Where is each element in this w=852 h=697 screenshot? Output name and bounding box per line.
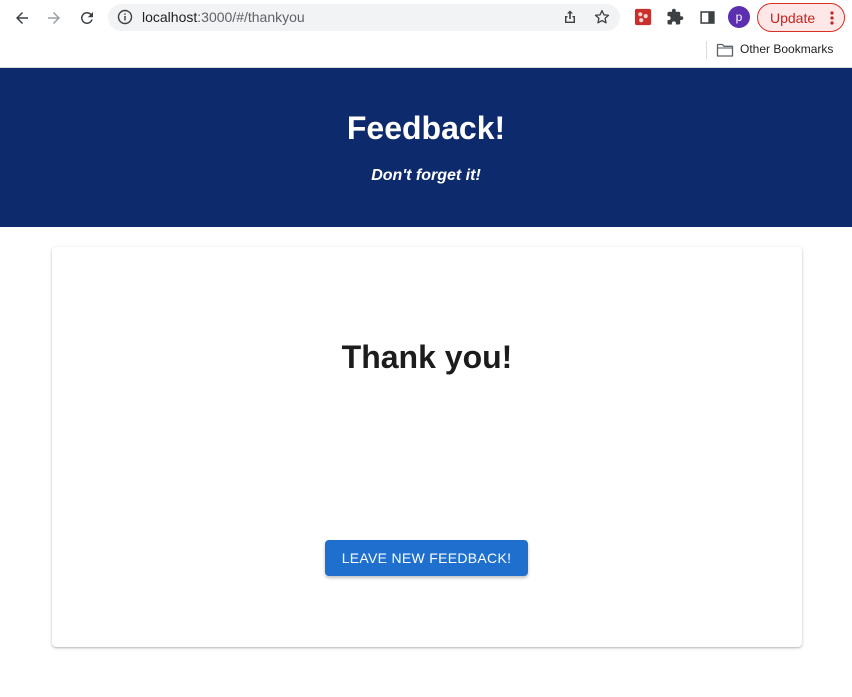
share-icon[interactable] <box>562 9 578 25</box>
puzzle-glyph <box>667 8 684 25</box>
bookmark-folder-other[interactable]: Other Bookmarks <box>740 42 833 56</box>
bookmarks-divider <box>706 41 707 59</box>
url-host: localhost <box>142 9 198 25</box>
side-panel-glyph <box>699 10 715 24</box>
url-text: localhost:3000/#/thankyou <box>142 9 305 25</box>
extension-app-icon[interactable] <box>633 7 653 27</box>
leave-new-feedback-button[interactable]: LEAVE NEW FEEDBACK! <box>325 540 528 576</box>
forward-button[interactable] <box>42 6 66 30</box>
url-path: :3000/#/thankyou <box>197 9 305 25</box>
thank-you-card: Thank you! LEAVE NEW FEEDBACK! <box>52 247 802 647</box>
extension-app-glyph <box>634 8 652 26</box>
arrow-right-icon <box>48 12 60 24</box>
address-bar[interactable]: localhost:3000/#/thankyou <box>108 4 620 31</box>
star-icon[interactable] <box>593 8 611 26</box>
info-icon[interactable] <box>117 9 133 25</box>
update-label: Update <box>770 9 816 26</box>
avatar[interactable]: p <box>728 6 750 28</box>
page-header: Feedback! Don't forget it! <box>0 68 852 227</box>
back-button[interactable] <box>10 6 34 30</box>
reload-icon <box>81 12 93 24</box>
reload-button[interactable] <box>75 6 99 30</box>
page-title: Feedback! <box>346 110 506 146</box>
browser-chrome: localhost:3000/#/thankyou p Update Other… <box>0 0 852 68</box>
bookmarks-bar: Other Bookmarks <box>0 36 852 64</box>
browser-toolbar: localhost:3000/#/thankyou p Update <box>0 0 852 35</box>
page-subtitle: Don't forget it! <box>371 167 481 184</box>
update-button[interactable]: Update <box>757 3 845 32</box>
arrow-left-icon <box>16 12 28 24</box>
puzzle-icon[interactable] <box>665 7 685 27</box>
side-panel-icon[interactable] <box>697 7 717 27</box>
folder-icon[interactable] <box>716 42 734 58</box>
kebab-menu-icon <box>830 11 834 25</box>
thank-you-heading: Thank you! <box>341 339 513 375</box>
